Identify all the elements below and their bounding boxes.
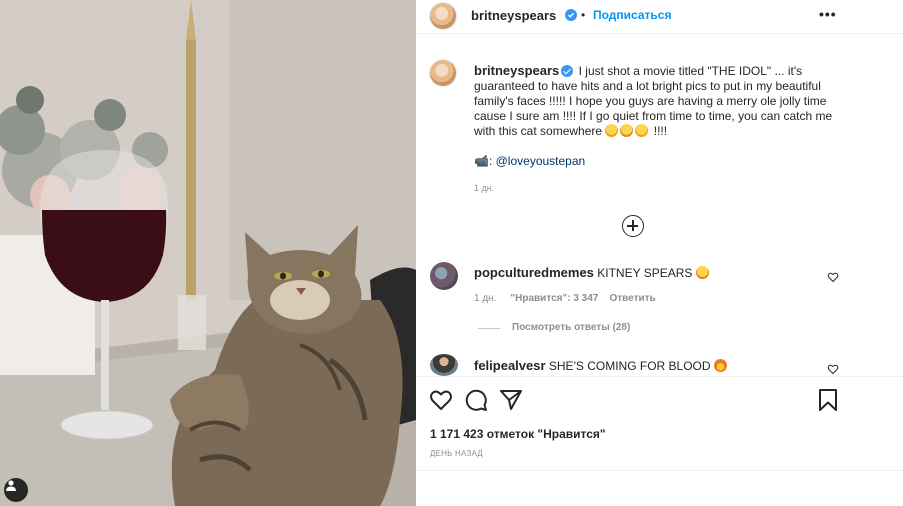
comment-body: SHE'S COMING FOR BLOOD xyxy=(548,359,711,373)
caption-time: 1 дн. xyxy=(474,183,495,193)
comment-time: 1 дн. xyxy=(474,293,497,304)
comment: popculturedmemes KITNEY SPEARS xyxy=(474,265,711,280)
instagram-post-modal: britneyspears • Подписаться ••• britneys… xyxy=(0,0,903,506)
caption-avatar[interactable] xyxy=(430,60,456,86)
author-username[interactable]: britneyspears xyxy=(471,8,556,23)
bookmark-icon[interactable] xyxy=(816,388,840,412)
post-date: ДЕНЬ НАЗАД xyxy=(430,449,483,458)
plus-circle-icon[interactable] xyxy=(622,215,644,237)
user-tag-icon[interactable] xyxy=(4,478,28,502)
caption-end: !!!! xyxy=(653,124,668,138)
photo-credit: 📹: @loveyoustepan xyxy=(474,154,585,168)
follow-button[interactable]: Подписаться xyxy=(593,8,671,22)
cat-emoji-icon xyxy=(695,266,709,279)
view-replies-button[interactable]: Посмотреть ответы (28) xyxy=(512,322,630,333)
separator-dot: • xyxy=(581,8,586,22)
post-header: britneyspears • Подписаться ••• xyxy=(416,0,903,34)
replies-divider xyxy=(478,328,500,329)
credit-link[interactable]: @loveyoustepan xyxy=(496,154,586,168)
post-caption: britneyspears I just shot a movie titled… xyxy=(474,63,844,139)
share-icon[interactable] xyxy=(499,388,523,412)
heart-icon[interactable] xyxy=(827,363,839,375)
likes-count[interactable]: 1 171 423 отметок "Нравится" xyxy=(430,427,606,441)
comment-likes[interactable]: "Нравится": 3 347 xyxy=(510,293,598,304)
comment-username[interactable]: felipealvesr xyxy=(474,358,546,373)
comment-body: KITNEY SPEARS xyxy=(597,266,693,280)
comment-avatar[interactable] xyxy=(430,354,458,376)
grinning-emoji-icon xyxy=(605,124,619,137)
heart-icon[interactable] xyxy=(827,271,839,283)
comment-avatar[interactable] xyxy=(430,262,458,290)
comment: felipealvesr SHE'S COMING FOR BLOOD xyxy=(474,358,729,373)
more-options-icon[interactable]: ••• xyxy=(819,6,837,22)
fire-emoji-icon xyxy=(713,359,727,372)
comment-icon[interactable] xyxy=(464,388,488,412)
verified-badge-icon xyxy=(561,65,574,77)
cat-with-wine-image xyxy=(0,0,416,506)
reply-button[interactable]: Ответить xyxy=(609,293,655,304)
add-comment-divider xyxy=(416,470,903,471)
comment-username[interactable]: popculturedmemes xyxy=(474,265,594,280)
post-sidebar: britneyspears • Подписаться ••• britneys… xyxy=(416,0,903,506)
winking-emoji-icon xyxy=(635,124,649,137)
caption-username[interactable]: britneyspears xyxy=(474,63,559,78)
avatar[interactable] xyxy=(430,3,456,29)
cat-emoji-icon xyxy=(620,124,634,137)
heart-icon[interactable] xyxy=(429,388,453,412)
comment-meta: 1 дн. "Нравится": 3 347 Ответить xyxy=(474,293,656,304)
verified-badge-icon xyxy=(565,9,577,21)
camera-emoji-icon: 📹: xyxy=(474,154,493,168)
post-photo[interactable] xyxy=(0,0,416,506)
